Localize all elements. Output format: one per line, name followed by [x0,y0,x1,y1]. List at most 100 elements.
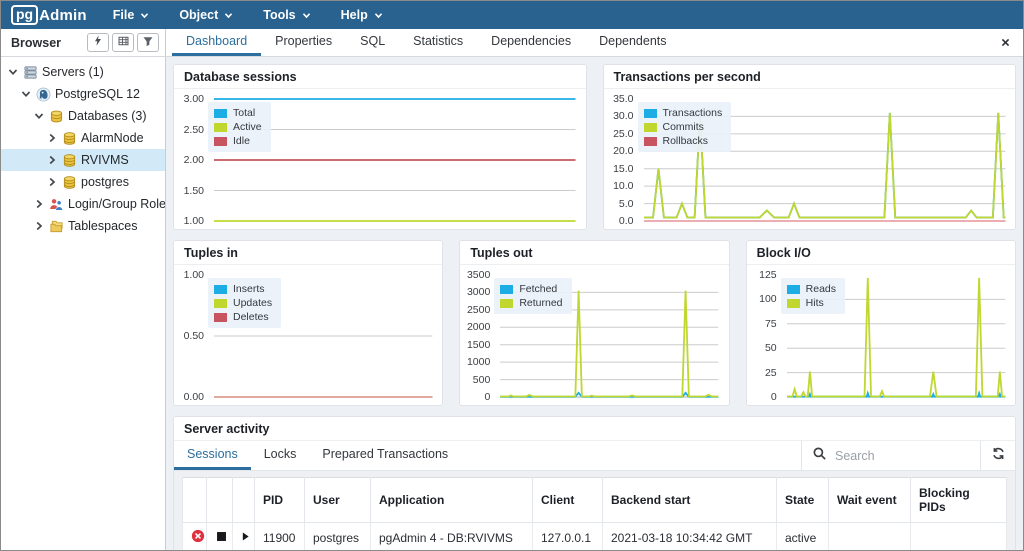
table-cell: postgres [305,523,371,551]
legend-swatch [644,109,657,118]
menu-help[interactable]: Help [341,8,383,22]
search-input[interactable] [835,449,955,463]
y-axis: 3500300025002000150010005000 [460,275,494,397]
legend-swatch [214,137,227,146]
chevron-right-icon[interactable] [46,176,58,188]
legend-item: Commits [644,121,723,133]
legend-label: Transactions [663,107,723,119]
y-tick-label: 3000 [467,286,490,298]
table-cell: active [777,523,829,551]
tab-label: Dependents [599,34,666,48]
table-row: 11900postgrespgAdmin 4 - DB:RVIVMS127.0.… [183,523,1007,551]
tab-label: Properties [275,34,332,48]
tab-properties[interactable]: Properties [261,29,346,56]
server-activity-tabs: Sessions LocksPrepared Transactions [174,441,461,470]
lightning-button[interactable] [87,33,109,52]
tab-sql[interactable]: SQL [346,29,399,56]
menu-label: Help [341,8,368,22]
tree-item-alarmnode[interactable]: AlarmNode [1,127,165,149]
server-activity-section: Server activity Sessions LocksPrepared Tr… [173,416,1016,550]
legend-swatch [214,313,227,322]
filter-icon [142,34,154,52]
legend-swatch [214,285,227,294]
y-tick-label: 2500 [467,304,490,316]
activity-tab-locks[interactable]: Locks [251,441,310,470]
tab-label: SQL [360,34,385,48]
cancel-icon[interactable] [207,523,233,551]
chart-title: Tuples in [174,241,442,265]
menu-tools[interactable]: Tools [263,8,310,22]
legend-item: Transactions [644,107,723,119]
logo-pg-badge: pg [11,5,38,25]
tree-item-label: RVIVMS [81,153,129,167]
chevron-right-icon[interactable] [33,198,45,210]
chevron-right-icon[interactable] [33,220,45,232]
refresh-icon [991,446,1006,466]
tab-label: Dashboard [186,34,247,48]
menu-label: File [113,8,135,22]
tree-item-tablespaces[interactable]: Tablespaces [1,215,165,237]
y-tick-label: 20.0 [613,145,633,157]
table-cell: 11900 [255,523,305,551]
chart-legend: ReadsHits [781,278,845,314]
tuples-out-chart: 3500300025002000150010005000FetchedRetur… [460,265,728,405]
legend-swatch [787,299,800,308]
chevron-right-icon[interactable] [46,132,58,144]
menubar: pg Admin File Object Tools Help [1,1,1023,29]
y-tick-label: 35.0 [613,93,633,105]
legend-swatch [500,299,513,308]
y-tick-label: 15.0 [613,163,633,175]
tree-item-login-group-roles[interactable]: Login/Group Roles [1,193,165,215]
close-panel-icon[interactable] [1000,29,1011,56]
column-header-wait-event: Wait event [829,478,911,523]
chart-legend: FetchedReturned [494,278,571,314]
y-tick-label: 2.50 [184,124,204,136]
legend-item: Active [214,121,262,133]
legend-label: Rollbacks [663,135,709,147]
chevron-down-icon[interactable] [33,110,45,122]
tree-item-databases-3-[interactable]: Databases (3) [1,105,165,127]
tree-item-rvivms[interactable]: RVIVMS [1,149,165,171]
server-activity-title: Server activity [174,417,1015,441]
tab-label: Dependencies [491,34,571,48]
chart-legend: InsertsUpdatesDeletes [208,278,281,328]
legend-label: Commits [663,121,704,133]
activity-tab-label: Sessions [187,447,238,461]
table-cell [829,523,911,551]
chart-row-2: Tuples in 1.000.500.00InsertsUpdatesDele… [173,240,1016,406]
terminate-icon[interactable] [183,523,207,551]
legend-label: Active [233,121,262,133]
tree-item-servers-1-[interactable]: Servers (1) [1,61,165,83]
column-header-client: Client [533,478,603,523]
block-io-chart: 1251007550250ReadsHits [747,265,1015,405]
tree-item-postgresql-12[interactable]: PostgreSQL 12 [1,83,165,105]
pgadmin-logo[interactable]: pg Admin [11,5,87,25]
menu-object[interactable]: Object [179,8,233,22]
search-icon [812,446,827,466]
logo-admin-text: Admin [39,7,87,24]
table-cell: pgAdmin 4 - DB:RVIVMS [371,523,533,551]
activity-tab-prepared-transactions[interactable]: Prepared Transactions [309,441,461,470]
y-tick-label: 75 [765,318,777,330]
chart-row-1: Database sessions 3.002.502.001.501.00To… [173,64,1016,230]
chevron-down-icon[interactable] [7,66,19,78]
menu-file[interactable]: File [113,8,150,22]
activity-tab-sessions[interactable]: Sessions [174,441,251,470]
refresh-button[interactable] [981,441,1015,470]
tab-dependencies[interactable]: Dependencies [477,29,585,56]
filter-button[interactable] [137,33,159,52]
tab-dependents[interactable]: Dependents [585,29,680,56]
tab-dashboard[interactable]: Dashboard [172,29,261,56]
legend-label: Deletes [233,311,269,323]
grid-button[interactable] [112,33,134,52]
legend-swatch [787,285,800,294]
chevron-down-icon[interactable] [20,88,32,100]
chart-legend: Transactions Commits Rollbacks [638,102,732,152]
servers-icon [23,65,38,80]
column-header-state: State [777,478,829,523]
chevron-right-icon[interactable] [46,154,58,166]
tree-item-postgres[interactable]: postgres [1,171,165,193]
postgresql-icon [36,87,51,102]
details-icon[interactable] [233,523,255,551]
tab-statistics[interactable]: Statistics [399,29,477,56]
